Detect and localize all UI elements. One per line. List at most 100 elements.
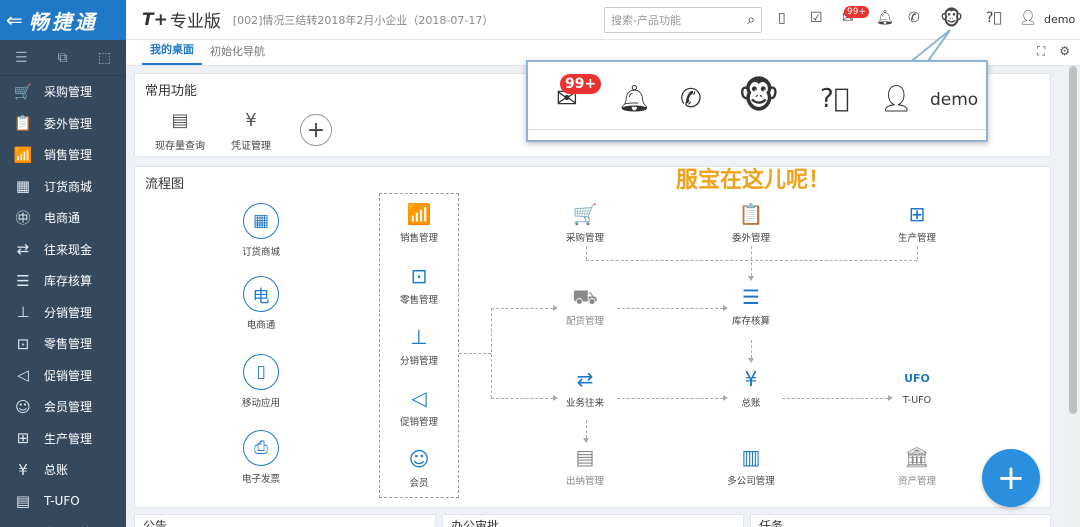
flow-node-inventory[interactable]: ☰ 库存核算 xyxy=(711,286,791,327)
sidebar-item-6[interactable]: ☰ 库存核算 xyxy=(0,265,126,297)
sidebar-item-13[interactable]: ▤ T-UFO xyxy=(0,486,126,518)
flow-node-distribution[interactable]: ⊥ 分销管理 xyxy=(379,326,459,367)
flow-node-tufo[interactable]: UFO T-UFO xyxy=(877,368,957,406)
fn-label: 凭证管理 xyxy=(231,141,271,152)
sidebar-item-5[interactable]: ⇄ 往来现金 xyxy=(0,234,126,266)
help-icon[interactable]: ?⃝ xyxy=(986,10,1002,26)
outsource-icon: 📋 xyxy=(738,202,764,226)
flow-node-distribution-delivery[interactable]: ⛟ 配货管理 xyxy=(545,286,625,327)
checklist-icon[interactable]: ☑ xyxy=(810,10,823,26)
scrollbar-thumb[interactable] xyxy=(1069,66,1077,414)
frame-icon[interactable]: ⬚ xyxy=(98,50,111,66)
sidebar-item-8[interactable]: ⊡ 零售管理 xyxy=(0,328,126,360)
phone-icon[interactable]: ✆ xyxy=(908,10,920,26)
fn-stock-query[interactable]: ▤ 现存量查询 xyxy=(155,110,205,152)
fn-voucher[interactable]: ¥ 凭证管理 xyxy=(231,110,271,152)
tab-my-desktop[interactable]: 我的桌面 xyxy=(142,41,202,65)
sidebar-item-9[interactable]: ◁ 促销管理 xyxy=(0,360,126,392)
monkey-avatar-icon[interactable]: 🐵︎ xyxy=(940,6,963,30)
truck-icon: ⛟ xyxy=(572,285,598,309)
promotion-icon: ◁ xyxy=(17,366,29,385)
flow-node-ledger[interactable]: ¥ 总账 xyxy=(711,368,791,409)
task-panel: 任务 xyxy=(750,514,1051,527)
node-label: 促销管理 xyxy=(399,417,438,428)
production-icon: ⊞ xyxy=(908,202,926,226)
node-label: 订货商城 xyxy=(241,247,280,258)
sidebar-item-label: 库存核算 xyxy=(44,274,93,289)
sidebar-item-label: 往来现金 xyxy=(44,242,93,257)
sales-chart-icon: 📶 xyxy=(13,145,33,164)
sidebar-item-label: 订货商城 xyxy=(44,179,93,194)
add-fab-button[interactable]: + xyxy=(982,449,1040,507)
copy-icon[interactable]: ⧉ xyxy=(58,50,68,66)
user-icon[interactable]: 👤︎ xyxy=(1019,10,1037,26)
monkey-avatar-icon[interactable]: 🐵︎ xyxy=(738,76,780,117)
sidebar-item-4[interactable]: ㊥电商通 xyxy=(0,202,126,234)
sidebar-item-2[interactable]: 📶 销售管理 xyxy=(0,139,126,171)
ufo-icon: ▤ xyxy=(15,492,31,511)
node-label: T-UFO xyxy=(902,395,932,406)
flow-node-retail[interactable]: ⊡ 零售管理 xyxy=(379,265,459,306)
distribution-icon: ⊥ xyxy=(410,325,428,349)
search-input[interactable]: 搜索-产品功能 ⌕ xyxy=(604,7,762,33)
flow-node-einvoice[interactable]: ⎙ 电子发票 xyxy=(221,430,301,485)
product-logo: T+ xyxy=(142,9,168,30)
toolbar-zoom-popup: ✉ 99+ 🔔︎ ✆ 🐵︎ ?⃝ 👤︎ demo xyxy=(526,60,988,142)
bell-icon[interactable]: 🔔︎ xyxy=(876,10,894,26)
flow-node-promotion[interactable]: ◁ 促销管理 xyxy=(379,387,459,428)
flow-node-mobile[interactable]: ▯ 移动应用 xyxy=(221,354,301,409)
message-badge: 99+ xyxy=(844,6,869,18)
node-label: 总账 xyxy=(741,398,761,409)
exchange-icon: ⇄ xyxy=(16,240,30,259)
tab-init-nav[interactable]: 初始化导航 xyxy=(202,43,273,65)
sidebar-item-3[interactable]: ▦ 订货商城 xyxy=(0,171,126,203)
flow-node-mall[interactable]: ▦ 订货商城 xyxy=(221,203,301,258)
sidebar-item-7[interactable]: ⊥ 分销管理 xyxy=(0,297,126,329)
node-label: 电商通 xyxy=(246,320,276,331)
add-function-button[interactable]: + xyxy=(300,114,332,146)
sidebar-item-0[interactable]: 🛒 采购管理 xyxy=(0,76,126,108)
node-label: 委外管理 xyxy=(731,233,770,244)
flow-node-production[interactable]: ⊞ 生产管理 xyxy=(877,203,957,244)
back-icon[interactable]: ⇐ xyxy=(6,8,23,32)
user-name[interactable]: demo xyxy=(930,90,978,110)
sidebar-item-11[interactable]: ⊞ 生产管理 xyxy=(0,423,126,455)
flow-node-outsource[interactable]: 📋 委外管理 xyxy=(711,203,791,244)
user-icon[interactable]: 👤︎ xyxy=(880,84,913,114)
flow-node-cashier[interactable]: ▤ 出纳管理 xyxy=(545,446,625,487)
phone-icon[interactable]: ✆ xyxy=(680,84,702,114)
panel-title: 流程图 xyxy=(145,177,185,192)
node-label: 销售管理 xyxy=(399,233,438,244)
flow-node-assets[interactable]: 🏛 资产管理 xyxy=(877,446,957,487)
sidebar-item-label: 销售管理 xyxy=(44,148,93,163)
flow-node-sales[interactable]: 📶 销售管理 xyxy=(379,203,459,244)
flow-node-business[interactable]: ⇄ 业务往来 xyxy=(545,368,625,409)
node-label: 电子发票 xyxy=(241,474,280,485)
bell-icon[interactable]: 🔔︎ xyxy=(618,84,651,114)
sidebar-item-1[interactable]: 📋 委外管理 xyxy=(0,108,126,140)
flow-node-multi-company[interactable]: ▥ 多公司管理 xyxy=(711,446,791,487)
node-label: 资产管理 xyxy=(897,476,936,487)
user-name[interactable]: demo xyxy=(1044,13,1075,26)
sidebar-item-label: 分销管理 xyxy=(44,305,93,320)
scrollbar[interactable] xyxy=(1068,66,1078,527)
search-placeholder: 搜索-产品功能 xyxy=(611,14,681,27)
sidebar-item-label: 委外管理 xyxy=(44,116,93,131)
flow-node-purchase[interactable]: 🛒 采购管理 xyxy=(545,203,625,244)
settings-icon[interactable]: ⚙ xyxy=(1059,44,1070,59)
sidebar-item-label: 电商通 xyxy=(44,211,81,226)
flow-node-ecommerce[interactable]: 电 电商通 xyxy=(221,276,301,331)
node-label: 配货管理 xyxy=(565,316,604,327)
calculator-icon[interactable]: ▯ xyxy=(778,10,786,26)
brand-header[interactable]: ⇐ 畅捷通 xyxy=(0,0,126,40)
sidebar-item-10[interactable]: ☺ 会员管理 xyxy=(0,391,126,423)
menu-icon[interactable]: ☰ xyxy=(15,50,28,66)
sidebar-item-12[interactable]: ¥ 总账 xyxy=(0,454,126,486)
flow-node-member[interactable]: ☺ 会员 xyxy=(379,448,459,489)
cashier-icon: ▤ xyxy=(575,445,595,469)
help-icon[interactable]: ?⃝ xyxy=(820,84,849,114)
search-icon[interactable]: ⌕ xyxy=(747,12,755,28)
fullscreen-icon[interactable]: ⛶ xyxy=(1037,44,1045,59)
sidebar-item-14[interactable]: ▥多公司管理 xyxy=(0,517,126,527)
ledger-icon: ¥ xyxy=(744,367,758,391)
